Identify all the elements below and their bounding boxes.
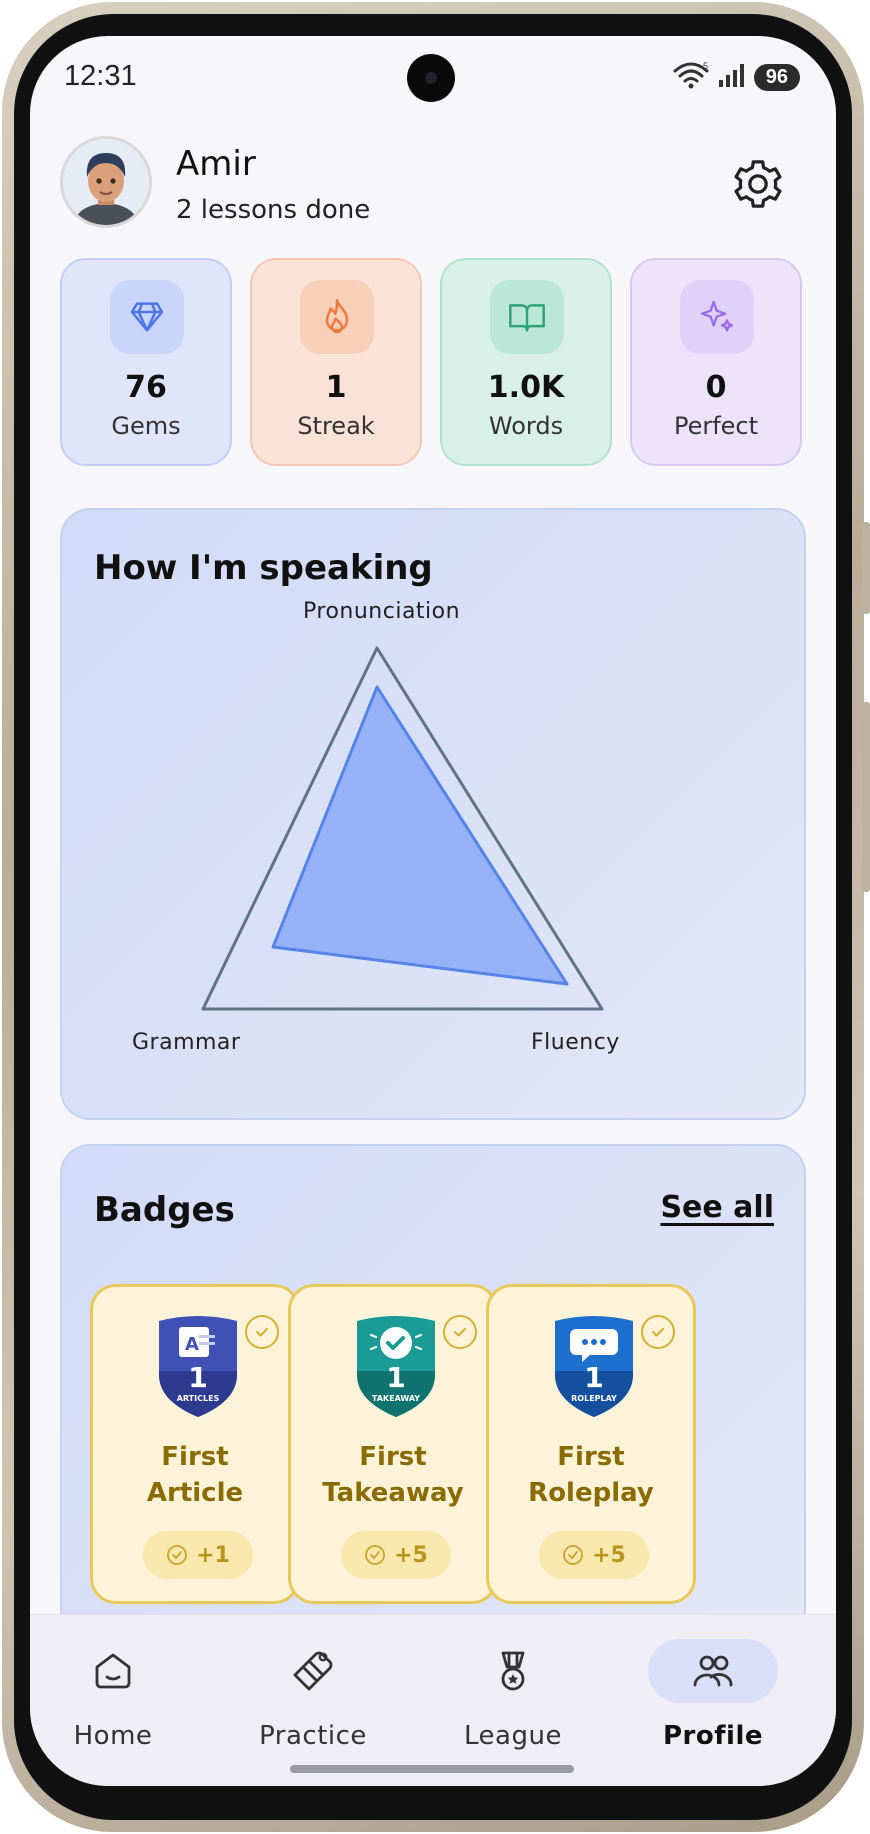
badges-card: Badges See all A 1 ARTICLES First Articl… <box>60 1144 806 1664</box>
lessons-done-text: 2 lessons done <box>176 195 371 225</box>
roleplay-badge-icon: 1 ROLEPLAY <box>555 1316 633 1417</box>
stat-label: Perfect <box>673 412 759 440</box>
volume-button <box>862 522 870 614</box>
badge-name-line1: First <box>359 1442 427 1472</box>
front-camera <box>407 54 455 102</box>
practice-icon <box>248 1639 378 1703</box>
badge-name: First Roleplay <box>489 1439 693 1511</box>
stat-value: 1 <box>325 370 347 405</box>
stat-label: Gems <box>111 412 181 440</box>
nav-label: Profile <box>662 1721 763 1751</box>
see-all-link[interactable]: See all <box>660 1190 774 1225</box>
battery-indicator: 96 <box>753 63 800 91</box>
check-circle-icon <box>563 1545 584 1565</box>
badge-name: First Article <box>93 1439 297 1511</box>
badge-name-line2: Takeaway <box>322 1478 464 1508</box>
power-button <box>862 702 870 892</box>
settings-button[interactable] <box>730 156 786 212</box>
stat-perfect[interactable]: 0 Perfect <box>630 258 802 466</box>
badge-points: +5 <box>539 1531 649 1579</box>
nav-practice[interactable]: Practice <box>218 1639 408 1751</box>
check-circle-icon <box>365 1545 386 1565</box>
flame-icon <box>300 280 374 354</box>
badges-title: Badges <box>94 1190 235 1230</box>
svg-text:A: A <box>185 1334 199 1355</box>
status-icons: 5 96 <box>672 60 800 94</box>
home-icon <box>48 1639 178 1703</box>
medal-icon <box>448 1639 578 1703</box>
status-time: 12:31 <box>64 60 137 92</box>
badge-first-article[interactable]: A 1 ARTICLES First Article +1 <box>90 1284 300 1604</box>
nav-profile[interactable]: Profile <box>618 1639 808 1751</box>
badge-first-takeaway[interactable]: 1 TAKEAWAY First Takeaway +5 <box>288 1284 498 1604</box>
nav-label: Home <box>73 1721 153 1751</box>
avatar[interactable] <box>60 136 152 228</box>
badge-points-value: +5 <box>394 1542 428 1568</box>
stat-label: Words <box>488 412 564 440</box>
badge-name: First Takeaway <box>291 1439 495 1511</box>
nav-label: League <box>464 1721 562 1751</box>
badge-first-roleplay[interactable]: 1 ROLEPLAY First Roleplay +5 <box>486 1284 696 1604</box>
nav-label: Practice <box>259 1721 367 1751</box>
gear-icon <box>734 160 782 208</box>
radar-score-area <box>271 685 569 986</box>
people-icon <box>648 1639 778 1703</box>
takeaway-badge-icon: 1 TAKEAWAY <box>357 1316 435 1417</box>
badge-caption: ROLEPLAY <box>571 1394 617 1403</box>
gem-icon <box>110 280 184 354</box>
badge-count: 1 <box>386 1361 405 1394</box>
check-circle-icon <box>641 1315 675 1349</box>
speaking-card: How I'm speaking Pronunciation Grammar F… <box>60 508 806 1120</box>
check-circle-icon <box>443 1315 477 1349</box>
badge-count: 1 <box>584 1361 603 1394</box>
badge-name-line1: First <box>161 1442 229 1472</box>
badge-points-value: +5 <box>592 1542 626 1568</box>
stat-value: 0 <box>705 370 727 405</box>
stat-value: 1.0K <box>487 370 565 405</box>
sparkle-icon <box>680 280 754 354</box>
badge-count: 1 <box>188 1361 207 1394</box>
status-bar: 12:31 5 96 <box>30 36 836 116</box>
home-indicator[interactable] <box>290 1765 574 1773</box>
network-badge: 5 <box>703 61 708 71</box>
axis-grammar: Grammar <box>132 1030 241 1055</box>
nav-league[interactable]: League <box>418 1639 608 1751</box>
signal-icon <box>718 62 746 92</box>
check-circle-icon <box>245 1315 279 1349</box>
user-name: Amir <box>176 144 256 184</box>
axis-pronunciation: Pronunciation <box>303 599 461 624</box>
nav-home[interactable]: Home <box>30 1639 208 1751</box>
stat-value: 76 <box>125 370 167 405</box>
badge-points-value: +1 <box>196 1542 230 1568</box>
stat-label: Streak <box>297 412 375 440</box>
badge-caption: TAKEAWAY <box>372 1394 420 1403</box>
stats-row: 76 Gems 1 Streak 1.0K Words 0 Perfect <box>60 258 806 466</box>
badge-name-line2: Roleplay <box>528 1478 654 1508</box>
book-icon <box>490 280 564 354</box>
article-badge-icon: A 1 ARTICLES <box>159 1316 237 1417</box>
badge-caption: ARTICLES <box>177 1394 220 1403</box>
stat-streak[interactable]: 1 Streak <box>250 258 422 466</box>
stat-gems[interactable]: 76 Gems <box>60 258 232 466</box>
bottom-nav: Home Practice League Profile <box>30 1614 836 1786</box>
badge-name-line1: First <box>557 1442 625 1472</box>
screen: 12:31 5 96 Amir 2 lessons done 76 Gems 1… <box>30 36 836 1786</box>
badge-points: +5 <box>341 1531 451 1579</box>
check-circle-icon <box>167 1545 188 1565</box>
wifi-icon: 5 <box>672 60 710 94</box>
badge-points: +1 <box>143 1531 253 1579</box>
axis-fluency: Fluency <box>531 1030 620 1055</box>
stat-words[interactable]: 1.0K Words <box>440 258 612 466</box>
badge-name-line2: Article <box>146 1478 244 1508</box>
